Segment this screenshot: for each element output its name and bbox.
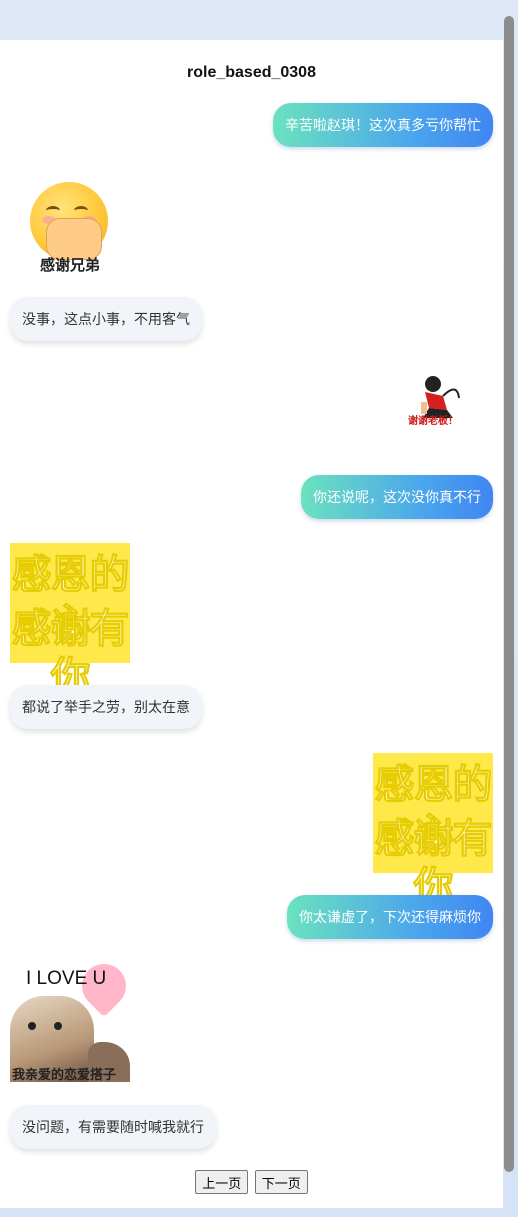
- pagination: 上一页 下一页: [0, 1170, 503, 1194]
- page-title: role_based_0308: [187, 64, 316, 81]
- message-bubble-left: 没事，这点小事，不用客气: [10, 297, 202, 341]
- sticker-love-cat: I LOVE U 我亲爱的恋爱搭子: [10, 954, 136, 1082]
- next-page-button[interactable]: 下一页: [254, 1170, 308, 1194]
- prev-page-button[interactable]: 上一页: [195, 1170, 249, 1194]
- sticker-caption: 谢谢老板！: [408, 416, 458, 427]
- message-bubble-right: 辛苦啦赵琪！这次真多亏你帮忙: [273, 103, 493, 147]
- sticker-thanks-emoji: 感谢兄弟: [10, 172, 130, 292]
- message-bubble-left: 没问题，有需要随时喊我就行: [10, 1105, 216, 1149]
- sticker-caption: 感谢兄弟: [39, 257, 100, 274]
- sticker-grateful-heart: 感恩的心 感谢有你: [373, 753, 493, 910]
- message-bubble-left: 都说了举手之劳，别太在意: [10, 685, 202, 729]
- scrollbar[interactable]: [504, 16, 514, 1172]
- sticker-background: 感恩的心 感谢有你: [10, 543, 130, 700]
- sticker-thanks-boss: 谢谢老板！: [373, 362, 493, 482]
- message-bubble-right: 你太谦虚了，下次还得麻烦你: [287, 895, 493, 939]
- sticker-top-text: I LOVE U: [26, 968, 107, 989]
- sticker-background: 感恩的心 感谢有你: [373, 753, 493, 910]
- sticker-caption: 我亲爱的恋爱搭子: [12, 1067, 117, 1082]
- sticker-grateful-heart: 感恩的心 感谢有你: [10, 543, 130, 700]
- chat-page: role_based_0308 辛苦啦赵琪！这次真多亏你帮忙 感谢兄弟 没事，这…: [0, 40, 503, 1208]
- message-bubble-right: 你还说呢，这次没你真不行: [301, 475, 493, 519]
